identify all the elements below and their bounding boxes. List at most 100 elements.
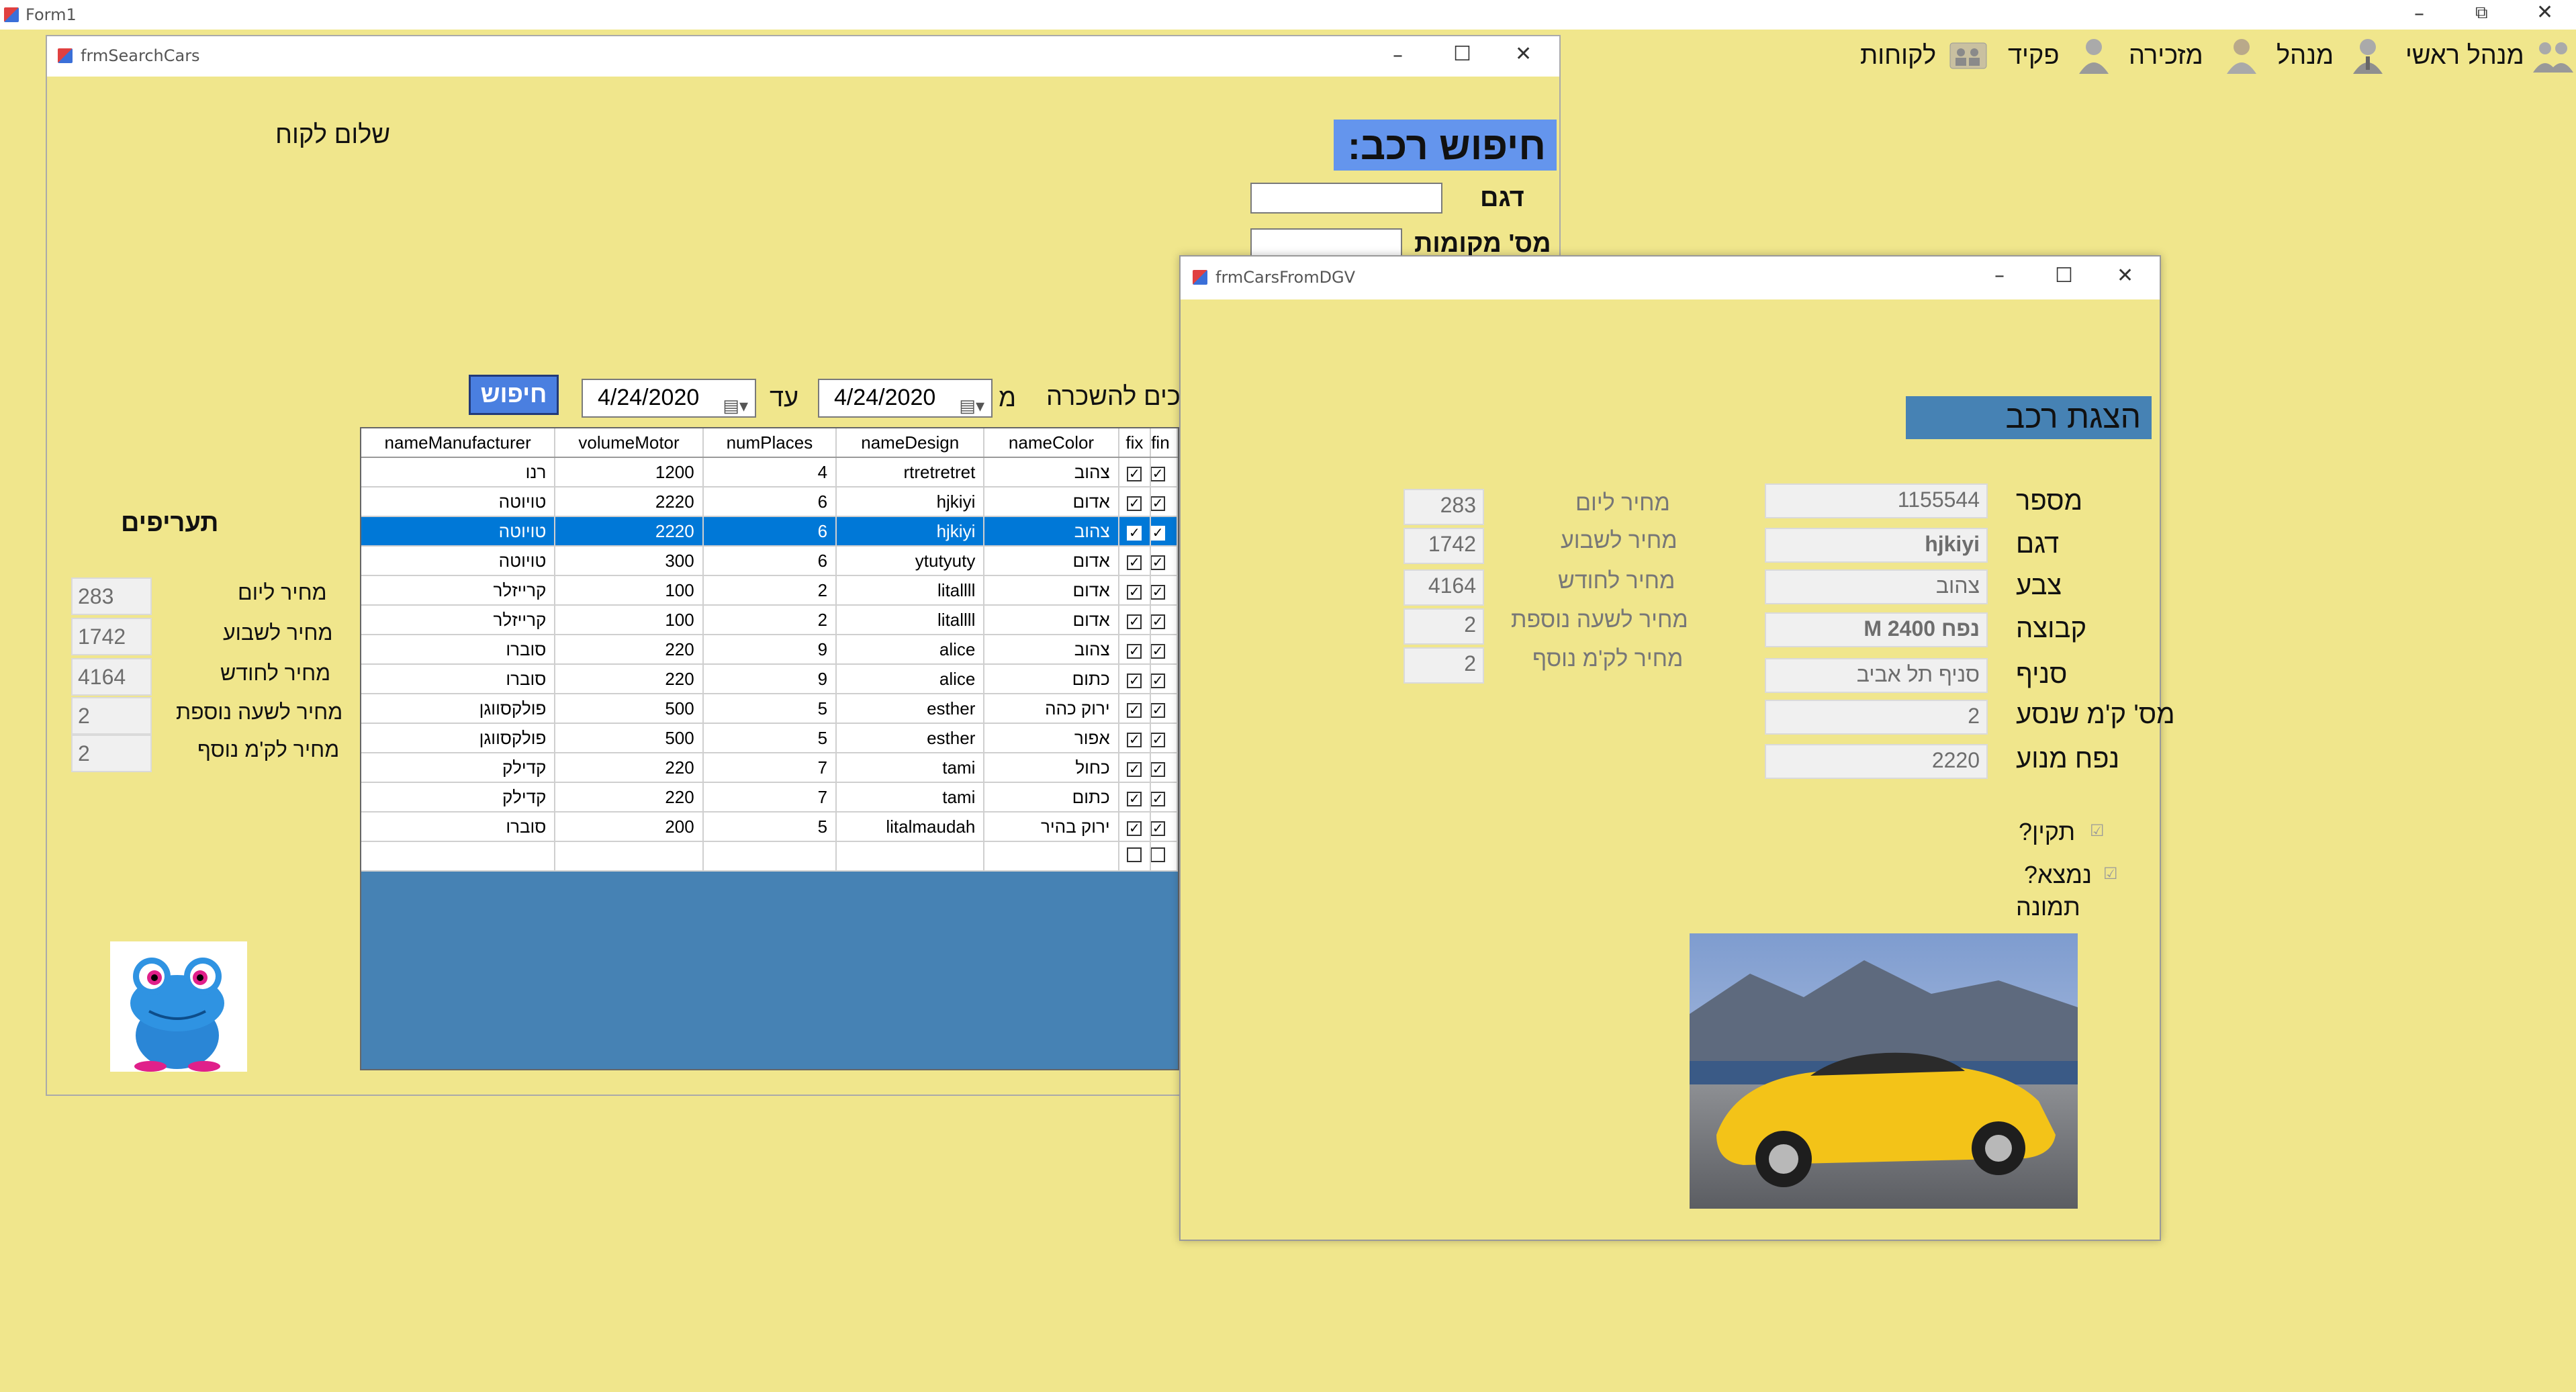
cell-places[interactable]: 6 [702,487,837,517]
head-manager-icon[interactable] [2532,34,2575,77]
fix-checkbox[interactable] [1127,496,1142,511]
menu-item-clerk[interactable]: פקיד [2008,42,2060,71]
cell-places[interactable]: 6 [702,546,837,576]
empty-cell[interactable] [702,841,837,872]
table-row[interactable]: פולקסווגן 500 5 esther ירוק כהה [361,694,1178,724]
cell-places[interactable]: 7 [702,753,837,783]
fin-checkbox[interactable] [1150,702,1166,718]
clerk-icon[interactable] [2075,34,2113,77]
cell-places[interactable]: 5 [702,694,837,724]
column-header[interactable]: nameDesign [836,428,985,458]
cell-design[interactable]: tami [836,782,985,813]
cell-fix[interactable] [1118,457,1152,488]
search-button[interactable]: חיפוש [469,375,559,415]
cell-fin[interactable] [1150,546,1178,576]
fix-checkbox[interactable] [1127,702,1142,718]
cell-fix[interactable] [1118,487,1152,517]
cell-fin[interactable] [1150,664,1178,694]
table-row[interactable]: טויוטה 2220 6 hjkiyi צהוב [361,516,1178,547]
close-icon[interactable]: ✕ [2536,3,2553,23]
cell-motor[interactable]: 220 [555,664,704,694]
cell-fix[interactable] [1118,723,1152,753]
fin-checkbox[interactable] [1150,847,1166,862]
table-row[interactable]: קרייזלר 100 2 litallll אדום [361,605,1178,635]
cell-manufacturer[interactable]: טויוטה [361,516,556,547]
cell-manufacturer[interactable]: טויוטה [361,546,556,576]
cell-manufacturer[interactable]: סוברו [361,812,556,842]
cell-manufacturer[interactable]: קדילק [361,782,556,813]
cell-design[interactable]: esther [836,723,985,753]
cell-color[interactable]: אדום [984,546,1119,576]
cell-color[interactable]: ירוק כהה [984,694,1119,724]
column-header[interactable]: fin [1150,428,1178,458]
cell-fix[interactable] [1118,546,1152,576]
fin-checkbox[interactable] [1150,761,1166,777]
cell-motor[interactable]: 220 [555,753,704,783]
empty-cell[interactable] [984,841,1119,872]
table-row[interactable]: קדילק 220 7 tami כחול [361,753,1178,783]
cell-motor[interactable]: 100 [555,575,704,606]
column-header[interactable]: fix [1118,428,1152,458]
cell-manufacturer[interactable]: קדילק [361,753,556,783]
cell-fix[interactable] [1118,782,1152,813]
cell-color[interactable]: כתום [984,782,1119,813]
table-row[interactable]: פולקסווגן 500 5 esther אפור [361,723,1178,753]
cell-fix[interactable] [1118,812,1152,842]
fix-checkbox[interactable] [1127,821,1142,836]
fin-checkbox[interactable] [1150,643,1166,659]
empty-cell[interactable] [361,841,556,872]
cell-design[interactable]: litallll [836,575,985,606]
cell-places[interactable]: 9 [702,664,837,694]
cell-manufacturer[interactable]: קרייזלר [361,575,556,606]
search-window-minimize-icon[interactable]: – [1393,46,1403,66]
cell-design[interactable]: tami [836,753,985,783]
cell-places[interactable]: 2 [702,605,837,635]
cell-design[interactable]: alice [836,635,985,665]
cell-places[interactable]: 2 [702,575,837,606]
cell-fix[interactable] [1118,635,1152,665]
cell-fin[interactable] [1150,723,1178,753]
empty-cell[interactable] [555,841,704,872]
table-row[interactable]: רנו 1200 4 rtretretret צהוב [361,457,1178,488]
to-date-picker[interactable]: 4/24/2020 ▤▾ [582,379,756,418]
table-row[interactable]: טויוטה 2220 6 hjkiyi אדום [361,487,1178,517]
table-row[interactable]: טויוטה 300 6 ytutyuty אדום [361,546,1178,576]
cell-fin[interactable] [1150,605,1178,635]
fix-checkbox[interactable] [1127,555,1142,570]
cell-manufacturer[interactable]: פולקסווגן [361,694,556,724]
cell-motor[interactable]: 2220 [555,487,704,517]
cell-color[interactable]: אפור [984,723,1119,753]
cell-fin[interactable] [1150,575,1178,606]
cell-fin[interactable] [1150,694,1178,724]
column-header[interactable]: numPlaces [702,428,837,458]
cell-fin[interactable] [1150,487,1178,517]
car-fixed-checkbox[interactable]: ☑ [2090,823,2106,839]
car-window-minimize-icon[interactable]: – [1994,266,2005,286]
cell-fix[interactable] [1118,575,1152,606]
cell-fix[interactable] [1118,605,1152,635]
cell-manufacturer[interactable]: טויוטה [361,487,556,517]
menu-item-head-manager[interactable]: מנהל ראשי [2405,42,2524,71]
menu-item-manager[interactable]: מנהל [2276,42,2334,71]
cell-manufacturer[interactable]: סוברו [361,664,556,694]
cell-color[interactable]: כתום [984,664,1119,694]
fin-checkbox[interactable] [1150,525,1166,541]
cell-fin[interactable] [1150,516,1178,547]
cell-fix[interactable] [1118,664,1152,694]
cell-places[interactable]: 5 [702,723,837,753]
cars-data-grid[interactable]: nameManufacturer volumeMotor numPlaces n… [360,427,1179,1070]
cell-design[interactable]: ytutyuty [836,546,985,576]
cell-design[interactable]: hjkiyi [836,516,985,547]
fix-checkbox[interactable] [1127,673,1142,688]
search-window-close-icon[interactable]: ✕ [1515,44,1532,64]
cell-motor[interactable]: 300 [555,546,704,576]
cell-motor[interactable]: 220 [555,635,704,665]
cell-color[interactable]: ירוק בהיר [984,812,1119,842]
fix-checkbox[interactable] [1127,732,1142,747]
car-window-close-icon[interactable]: ✕ [2117,266,2133,286]
cell-motor[interactable]: 500 [555,723,704,753]
fix-checkbox[interactable] [1127,643,1142,659]
cell-manufacturer[interactable]: סוברו [361,635,556,665]
fin-checkbox[interactable] [1150,791,1166,806]
fix-checkbox[interactable] [1127,614,1142,629]
